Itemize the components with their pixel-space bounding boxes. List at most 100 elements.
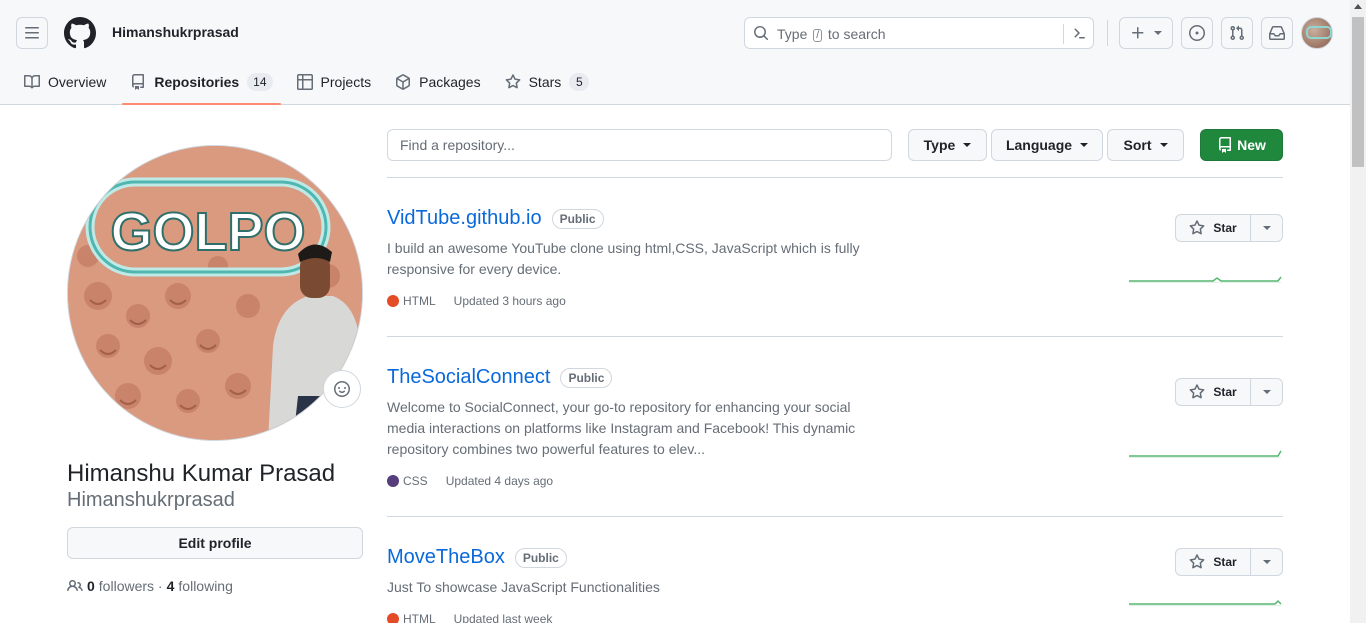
divider [387, 516, 1283, 517]
language-filter-button[interactable]: Language [991, 129, 1103, 161]
visibility-badge: Public [551, 208, 604, 229]
tab-overview[interactable]: Overview [16, 64, 114, 99]
git-pull-request-icon [1230, 25, 1245, 41]
repo-description: I build an awesome YouTube clone using h… [387, 240, 860, 277]
profile-tabs: Overview Repositories 14 Projects Packag… [16, 64, 605, 105]
language-color-dot [387, 475, 399, 487]
repo-name-link[interactable]: MoveTheBox [387, 546, 505, 569]
find-repository-input[interactable] [387, 129, 892, 161]
tab-repositories[interactable]: Repositories 14 [122, 64, 281, 105]
set-status-button[interactable] [323, 370, 361, 408]
star-button[interactable]: Star [1175, 378, 1251, 406]
repo-language: CSS [403, 474, 428, 488]
new-repository-button[interactable]: New [1200, 129, 1283, 161]
repo-updated: Updated last week [453, 612, 553, 623]
tab-label: Overview [48, 73, 107, 90]
sort-button[interactable]: Sort [1107, 129, 1184, 161]
repo-language: HTML [403, 612, 436, 623]
tab-projects[interactable]: Projects [289, 64, 380, 99]
inbox-icon [1269, 26, 1285, 40]
global-search-input[interactable]: Type / to search [744, 17, 1094, 49]
star-button[interactable]: Star [1175, 548, 1251, 576]
repo-list-item: VidTube.github.io Public I build an awes… [387, 207, 1283, 308]
search-placeholder: Type / to search [777, 26, 886, 42]
chevron-down-icon [1262, 226, 1271, 230]
profile-photo-illustration: GOLPO [68, 146, 362, 440]
page-scrollbar[interactable] [1350, 0, 1366, 623]
github-logo-icon[interactable] [64, 17, 96, 49]
visibility-badge: Public [514, 547, 567, 568]
type-filter-button[interactable]: Type [908, 129, 987, 161]
star-icon [1189, 384, 1205, 399]
chevron-down-icon [1159, 143, 1168, 147]
plus-icon [1132, 27, 1144, 39]
follow-stats: 0 followers · 4 following [67, 578, 233, 594]
pull-requests-button[interactable] [1221, 17, 1253, 49]
scrollbar-thumb[interactable] [1352, 17, 1364, 167]
people-icon [67, 579, 83, 592]
repo-list-item: TheSocialConnect Public Welcome to Socia… [387, 366, 1283, 488]
star-list-dropdown[interactable] [1251, 378, 1283, 406]
tab-label: Packages [419, 73, 481, 90]
chevron-down-icon [1262, 560, 1271, 564]
issue-opened-icon [1189, 25, 1205, 41]
repo-name-link[interactable]: VidTube.github.io [387, 207, 542, 230]
profile-login: Himanshukrprasad [67, 489, 235, 511]
book-icon [24, 74, 40, 88]
tab-label: Repositories [154, 73, 240, 90]
following-link[interactable]: 4 following [167, 578, 233, 594]
language-color-dot [387, 613, 399, 623]
menu-button[interactable] [16, 17, 48, 49]
repositories-count-badge: 14 [247, 72, 273, 91]
header-divider [1107, 20, 1108, 46]
scroll-up-arrow-icon[interactable] [1354, 4, 1362, 9]
stars-count-badge: 5 [569, 72, 590, 91]
activity-sparkline [1129, 599, 1282, 606]
repo-updated: Updated 3 hours ago [453, 294, 566, 308]
visibility-badge: Public [560, 367, 613, 388]
repo-language: HTML [403, 294, 436, 308]
chevron-down-icon [963, 143, 972, 147]
profile-avatar: GOLPO [67, 145, 363, 441]
star-icon [1189, 220, 1205, 235]
search-divider [1063, 24, 1064, 44]
profile-full-name: Himanshu Kumar Prasad [67, 460, 336, 487]
slash-key-hint: / [813, 29, 823, 42]
activity-sparkline [1129, 276, 1282, 283]
inbox-button[interactable] [1261, 17, 1293, 49]
tab-label: Stars [528, 73, 562, 90]
chevron-down-icon [1262, 390, 1271, 394]
hamburger-icon [25, 27, 39, 39]
package-icon [396, 73, 411, 90]
repo-description: Just To showcase JavaScript Functionalit… [387, 579, 660, 595]
user-avatar-menu[interactable] [1301, 17, 1333, 49]
chevron-down-icon [1080, 143, 1089, 147]
followers-link[interactable]: 0 followers [87, 578, 154, 594]
command-palette-icon[interactable] [1071, 25, 1087, 41]
repo-updated: Updated 4 days ago [445, 474, 554, 488]
divider [387, 177, 1283, 178]
divider [387, 336, 1283, 337]
repo-icon [132, 73, 145, 90]
chevron-down-icon [1154, 31, 1162, 35]
star-button[interactable]: Star [1175, 214, 1251, 242]
star-list-dropdown[interactable] [1251, 548, 1283, 576]
repo-description: Welcome to SocialConnect, your go-to rep… [387, 399, 856, 457]
search-icon [754, 26, 769, 41]
create-new-button[interactable] [1119, 17, 1173, 49]
global-header: Himanshukrprasad Type / to search Overvi… [0, 0, 1350, 105]
tab-stars[interactable]: Stars 5 [497, 64, 598, 99]
smiley-icon [334, 381, 350, 397]
separator-dot: · [154, 578, 163, 594]
activity-sparkline [1129, 450, 1282, 458]
repo-name-link[interactable]: TheSocialConnect [387, 366, 550, 389]
tab-packages[interactable]: Packages [387, 64, 488, 99]
repo-icon [1219, 137, 1232, 153]
star-list-dropdown[interactable] [1251, 214, 1283, 242]
star-icon [1189, 554, 1205, 569]
avatar-sign-text: GOLPO [110, 202, 305, 262]
tab-label: Projects [320, 73, 372, 90]
edit-profile-button[interactable]: Edit profile [67, 527, 363, 559]
header-username[interactable]: Himanshukrprasad [112, 24, 239, 40]
issues-button[interactable] [1181, 17, 1213, 49]
